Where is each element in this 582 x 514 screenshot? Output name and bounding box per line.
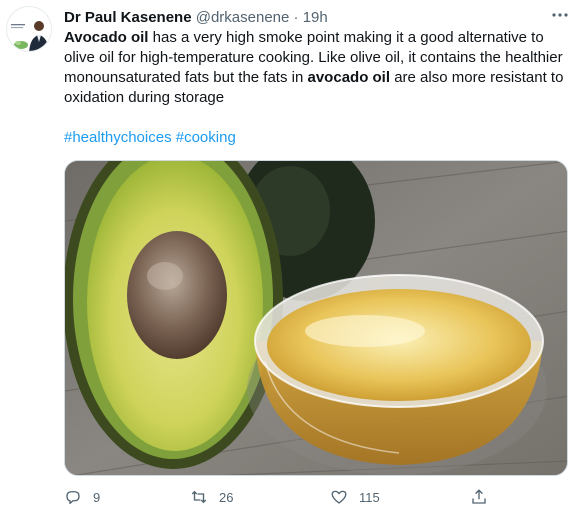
tweet-time[interactable]: 19h — [303, 9, 328, 26]
retweet-button[interactable]: 26 — [190, 484, 233, 510]
bold-keyword: avocado oil — [307, 69, 391, 86]
more-icon[interactable] — [548, 8, 572, 28]
hashtag-cooking[interactable]: #cooking — [176, 129, 236, 146]
retweet-count: 26 — [219, 489, 234, 505]
tweet-text: Avocado oil has a very high smoke point … — [64, 28, 576, 108]
bold-keyword: Avocado oil — [64, 29, 149, 46]
heart-icon — [331, 490, 347, 504]
avatar-image — [7, 7, 51, 51]
hashtags: #healthychoices #cooking — [64, 128, 236, 148]
reply-button[interactable]: 9 — [64, 484, 100, 510]
tweet-actions: 9 26 115 — [64, 484, 494, 510]
author-name[interactable]: Dr Paul Kasenene — [64, 9, 192, 26]
share-icon — [472, 489, 486, 504]
avatar[interactable] — [6, 6, 52, 52]
like-count: 115 — [359, 489, 380, 505]
avocado-oil-photo — [65, 161, 567, 475]
reply-count: 9 — [93, 489, 101, 505]
hashtag-healthychoices[interactable]: #healthychoices — [64, 129, 172, 146]
tweet-header: Dr Paul Kasenene @drkasenene · 19h — [64, 8, 572, 28]
like-button[interactable]: 115 — [330, 484, 380, 510]
tweet-image[interactable] — [64, 160, 568, 476]
retweet-icon — [191, 490, 207, 504]
more-icon-glyph — [552, 13, 568, 17]
author-handle[interactable]: @drkasenene — [196, 9, 290, 26]
share-button[interactable] — [470, 484, 488, 510]
reply-icon — [66, 491, 80, 505]
tweet-card: Dr Paul Kasenene @drkasenene · 19h Avoca… — [0, 0, 582, 514]
separator-dot: · — [293, 9, 299, 26]
